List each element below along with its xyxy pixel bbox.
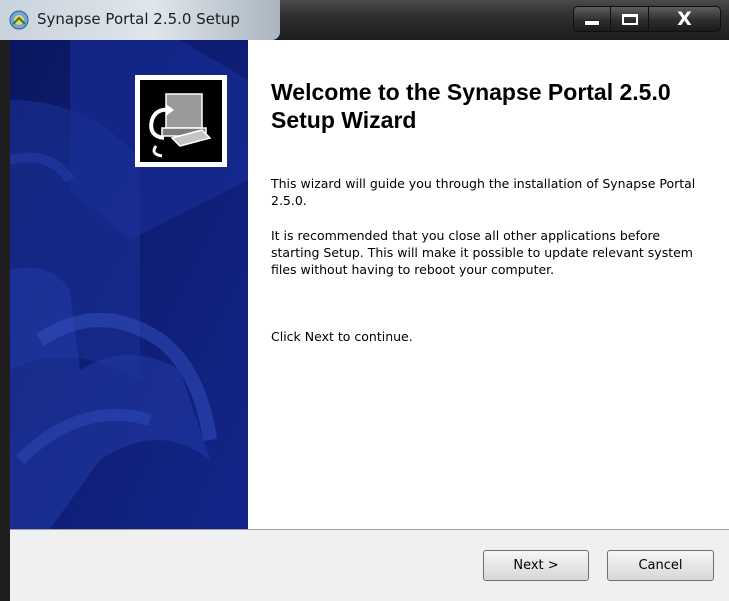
welcome-panel: Welcome to the Synapse Portal 2.5.0 Setu… [248,40,729,529]
wizard-banner [10,40,248,529]
wizard-client-area: Welcome to the Synapse Portal 2.5.0 Setu… [10,40,729,601]
title-bar[interactable]: Synapse Portal 2.5.0 Setup X [0,0,729,40]
close-icon: X [677,8,692,30]
setup-window: Synapse Portal 2.5.0 Setup X Welcome to … [0,0,729,601]
title-tab: Synapse Portal 2.5.0 Setup [0,0,280,40]
continue-hint: Click Next to continue. [271,329,413,344]
computer-install-icon [149,93,212,158]
window-title: Synapse Portal 2.5.0 Setup [37,10,240,28]
maximize-icon [621,13,638,25]
recommendation-text: It is recommended that you close all oth… [271,228,693,277]
maximize-button[interactable] [611,6,649,32]
caption-buttons: X [573,6,721,33]
minimize-icon [585,21,599,25]
close-button[interactable]: X [649,6,721,32]
cancel-button[interactable]: Cancel [607,550,714,581]
installer-logo [135,75,227,167]
minimize-button[interactable] [573,6,611,32]
wizard-footer: Next > Cancel [10,529,729,601]
app-installer-icon [9,10,29,30]
welcome-heading: Welcome to the Synapse Portal 2.5.0 Setu… [271,79,671,133]
intro-text: This wizard will guide you through the i… [271,176,696,208]
next-button[interactable]: Next > [483,550,589,581]
